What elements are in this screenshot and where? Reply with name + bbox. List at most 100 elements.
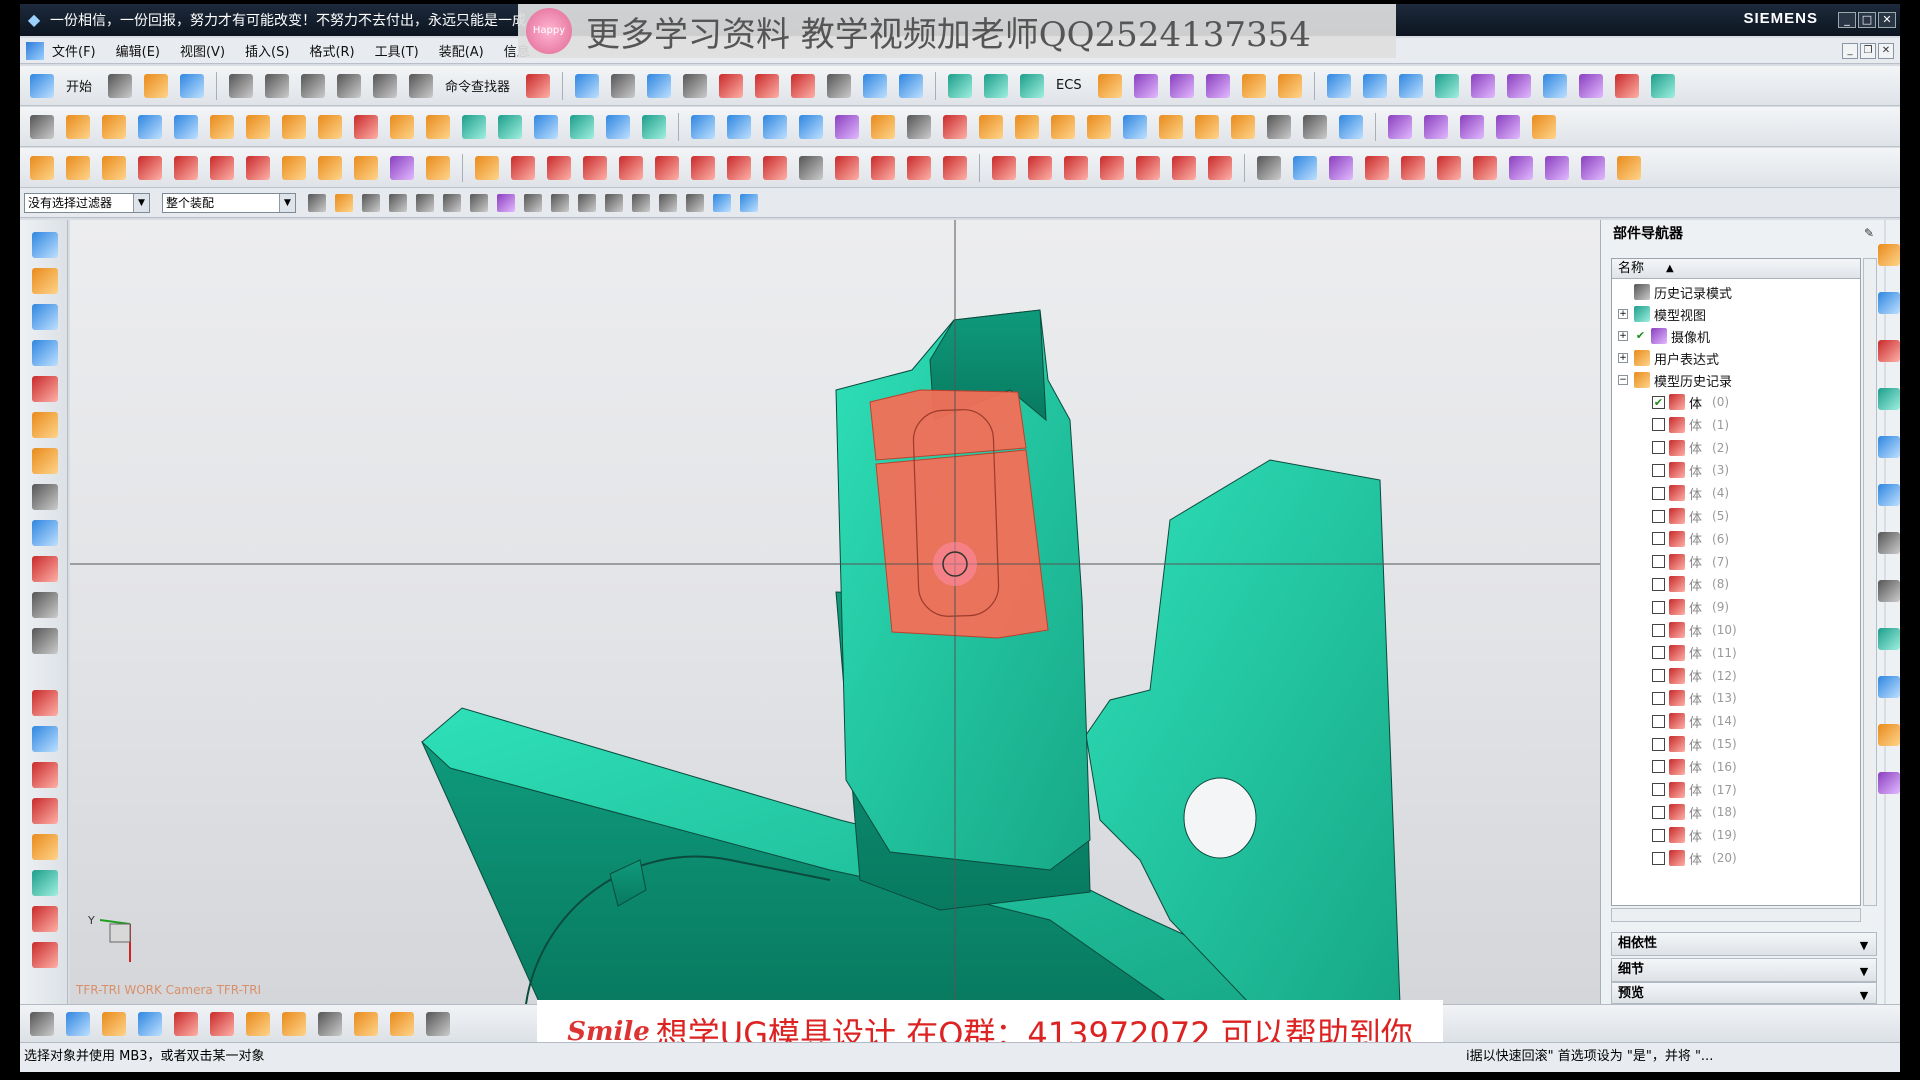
sketch-icon[interactable]: [30, 114, 54, 139]
line-icon[interactable]: [511, 155, 535, 180]
bounded-plane-icon[interactable]: [1159, 114, 1183, 139]
shell-icon[interactable]: [727, 114, 751, 139]
measure-distance-icon[interactable]: [1241, 73, 1266, 98]
edge-blend-icon[interactable]: [642, 114, 666, 139]
bottom-tool-7-icon[interactable]: [246, 1011, 270, 1036]
start-button[interactable]: 开始: [66, 76, 92, 95]
details-panel[interactable]: 细节 ▼: [1611, 958, 1877, 982]
feature-row-body[interactable]: 体 (14): [1652, 710, 1737, 732]
measure-angle-icon[interactable]: [1277, 73, 1302, 98]
bottom-tool-3-icon[interactable]: [102, 1011, 126, 1036]
open-folder-icon[interactable]: [144, 73, 169, 98]
rotate-view-icon[interactable]: [611, 73, 636, 98]
cavity-layout-icon[interactable]: [1470, 73, 1495, 98]
snap-endpoint-icon[interactable]: [497, 193, 515, 212]
bottom-tool-12-icon[interactable]: [426, 1011, 450, 1036]
feature-row-body[interactable]: 体 (9): [1652, 596, 1729, 618]
arc-center-icon[interactable]: [1028, 155, 1052, 180]
mold-feature-e-icon[interactable]: [32, 412, 58, 438]
feature-row-body[interactable]: 体 (2): [1652, 437, 1729, 459]
snap-arc-center-icon[interactable]: [605, 193, 623, 212]
pattern-feature-icon[interactable]: [799, 114, 823, 139]
patch-body-icon[interactable]: [1087, 114, 1111, 139]
model-view[interactable]: Y: [70, 220, 1612, 1004]
move-component-icon[interactable]: [1169, 73, 1194, 98]
tree-vertical-scrollbar[interactable]: [1863, 258, 1877, 906]
split-body-icon[interactable]: [606, 114, 630, 139]
box-icon[interactable]: [1339, 114, 1363, 139]
parting-icon[interactable]: [1578, 73, 1603, 98]
hidden-edges-icon[interactable]: [791, 73, 816, 98]
bottom-tool-9-icon[interactable]: [318, 1011, 342, 1036]
checkbox[interactable]: [1652, 646, 1665, 660]
menu-assemblies[interactable]: 装配(A): [439, 41, 484, 60]
cylinder-icon[interactable]: [174, 114, 198, 139]
point-on-curve-icon[interactable]: [1172, 155, 1196, 180]
mold-part-h-icon[interactable]: [282, 155, 306, 180]
mold-part-l-icon[interactable]: [426, 155, 450, 180]
replace-face-icon[interactable]: [943, 114, 967, 139]
tree-horizontal-scrollbar[interactable]: [1611, 908, 1861, 922]
checkbox[interactable]: [1652, 418, 1665, 432]
chamfer-icon[interactable]: [691, 114, 715, 139]
copy-icon[interactable]: [265, 73, 290, 98]
checkbox[interactable]: [1652, 760, 1665, 774]
paste-icon[interactable]: [301, 73, 326, 98]
spline-icon[interactable]: [727, 155, 751, 180]
mold-feature-g-icon[interactable]: [32, 484, 58, 510]
type-filter-select[interactable]: 没有选择过滤器 ▼: [24, 192, 150, 213]
expand-icon[interactable]: +: [1618, 309, 1628, 319]
pin-icon[interactable]: ✎: [1862, 226, 1876, 240]
resource-process-studio-icon[interactable]: [1878, 628, 1900, 650]
offset-face-icon[interactable]: [390, 114, 414, 139]
resource-manufacturing-icon[interactable]: [1878, 676, 1900, 698]
start-icon[interactable]: [30, 73, 54, 98]
menu-file[interactable]: 文件(F): [52, 41, 96, 60]
checkbox[interactable]: [1652, 805, 1665, 819]
chamfer-curve-icon[interactable]: [871, 155, 895, 180]
tree-node-model-history[interactable]: − 模型历史记录: [1618, 369, 1732, 391]
shaded-cube-icon[interactable]: [647, 73, 672, 98]
copy-to-layer-icon[interactable]: [1020, 73, 1045, 98]
save-icon[interactable]: [180, 73, 205, 98]
pad-icon[interactable]: [318, 114, 342, 139]
arc-icon[interactable]: [655, 155, 679, 180]
menu-tools[interactable]: 工具(T): [375, 41, 419, 60]
pocket-icon[interactable]: [282, 114, 306, 139]
mold-tool-2-icon[interactable]: [32, 726, 58, 752]
layer-settings-icon[interactable]: [948, 73, 973, 98]
feature-row-body[interactable]: 体 (12): [1652, 665, 1737, 687]
swept-icon[interactable]: [907, 114, 931, 139]
snap-on-curve-icon[interactable]: [686, 193, 704, 212]
explode-view-icon[interactable]: [1205, 73, 1230, 98]
checkbox[interactable]: [1652, 441, 1665, 455]
shrinkage-icon[interactable]: [1398, 73, 1423, 98]
studio-spline-icon[interactable]: [763, 155, 787, 180]
mold-feature-k-icon[interactable]: [32, 628, 58, 654]
insert-pocket-icon[interactable]: [1509, 155, 1533, 180]
assembly-selection-icon[interactable]: [740, 193, 758, 212]
navigator-tree[interactable]: 名称 ▲ 历史记录模式 + 模型视图 + ✔ 摄像机 + 用户表达式 − 模型历…: [1611, 258, 1861, 906]
tree-node-cameras[interactable]: + ✔ 摄像机: [1618, 325, 1710, 347]
feature-row-body[interactable]: 体 (13): [1652, 687, 1737, 709]
intersect-icon[interactable]: [534, 114, 558, 139]
mold-part-e-icon[interactable]: [174, 155, 198, 180]
bottom-tool-8-icon[interactable]: [282, 1011, 306, 1036]
mold-part-k-icon[interactable]: [390, 155, 414, 180]
line-angle-icon[interactable]: [547, 155, 571, 180]
checkbox[interactable]: [1652, 532, 1665, 546]
feature-row-body[interactable]: 体 (3): [1652, 459, 1729, 481]
checkbox[interactable]: [1652, 737, 1665, 751]
resource-constraint-navigator-icon[interactable]: [1878, 292, 1900, 314]
block-icon[interactable]: [138, 114, 162, 139]
snap-control-icon[interactable]: [551, 193, 569, 212]
checkbox[interactable]: [1652, 714, 1665, 728]
collapse-icon[interactable]: −: [1618, 375, 1628, 385]
mold-feature-d-icon[interactable]: [32, 376, 58, 402]
snap-on-face-icon[interactable]: [713, 193, 731, 212]
runner-icon[interactable]: [1401, 155, 1425, 180]
assembly-constraints-icon[interactable]: [1133, 73, 1158, 98]
mold-tool-d-icon[interactable]: [1496, 114, 1520, 139]
circle-icon[interactable]: [691, 155, 715, 180]
mold-feature-i-icon[interactable]: [32, 556, 58, 582]
